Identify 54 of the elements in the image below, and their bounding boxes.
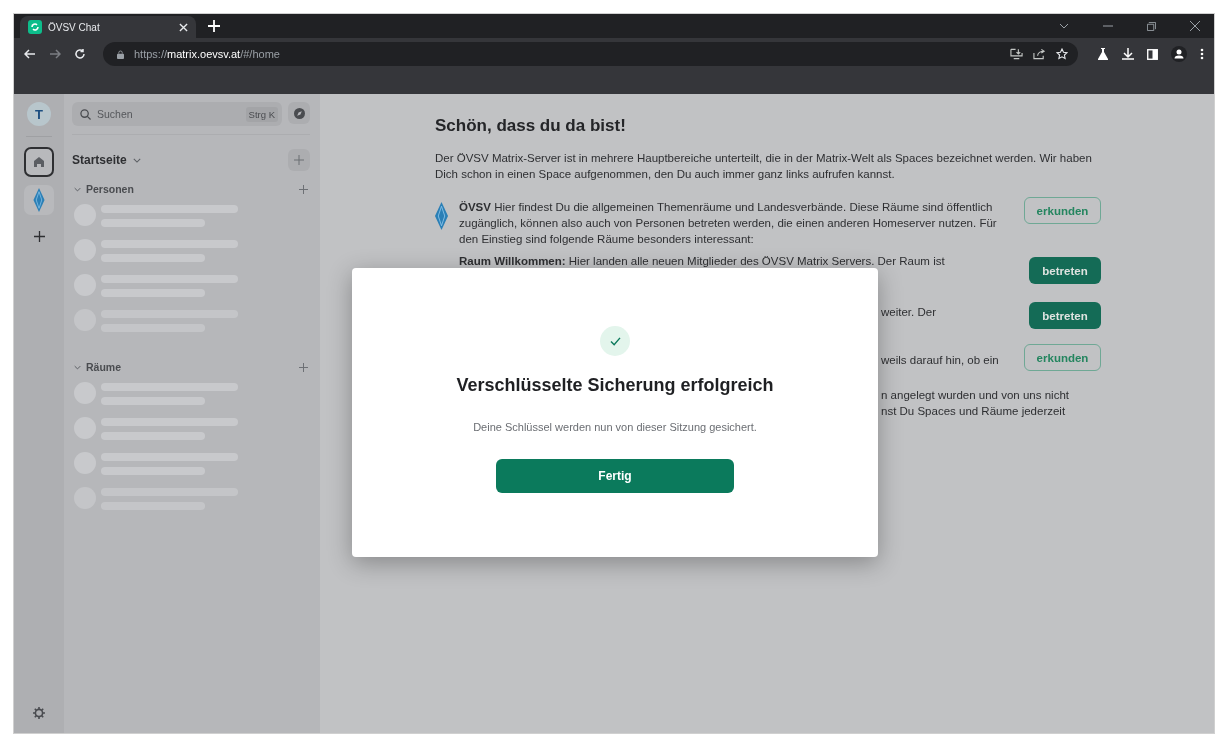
flask-icon[interactable] (1097, 48, 1109, 60)
menu-icon[interactable] (1200, 48, 1204, 60)
settings-icon[interactable] (33, 707, 45, 719)
compass-icon (293, 107, 305, 119)
explore-button[interactable]: erkunden (1024, 344, 1101, 371)
profile-icon[interactable] (1171, 46, 1187, 62)
dialog-message: Deine Schlüssel werden nun von dieser Sitzung gesichert. (473, 421, 757, 433)
address-bar[interactable]: https://matrix.oevsv.at/#/home (103, 42, 1078, 66)
add-space-icon[interactable] (33, 231, 45, 242)
section-label[interactable]: Personen (86, 183, 134, 195)
diamond-logo-icon (33, 188, 45, 212)
join-button[interactable]: betreten (1029, 302, 1101, 329)
keyboard-shortcut: Strg K (245, 106, 278, 122)
restore-icon[interactable] (1147, 21, 1156, 31)
side-panel-icon[interactable] (1147, 48, 1158, 60)
search-field[interactable]: Suchen Strg K (72, 102, 282, 126)
close-icon[interactable] (1190, 21, 1200, 31)
search-placeholder: Suchen (97, 108, 133, 120)
join-button[interactable]: betreten (1029, 257, 1101, 284)
diamond-logo-icon (435, 199, 448, 233)
welcome-heading: Schön, dass du da bist! (435, 116, 627, 136)
search-icon (80, 108, 91, 120)
plus-icon (294, 155, 304, 165)
forward-icon[interactable] (49, 48, 61, 60)
chevron-down-icon[interactable] (132, 157, 141, 163)
url-text: https://matrix.oevsv.at/#/home (134, 48, 280, 60)
description-text: weils darauf hin, ob ein (881, 353, 1000, 368)
tab-title: ÖVSV Chat (48, 21, 101, 33)
browser-tab[interactable]: ÖVSV Chat (20, 16, 196, 38)
star-icon[interactable] (1056, 48, 1068, 60)
home-space-button[interactable] (24, 147, 54, 177)
explore-button[interactable] (288, 102, 310, 124)
intro-paragraph: Der ÖVSV Matrix-Server ist in mehrere Hauptbereiche unterteilt, die in der Matrix-Welt als Spaces bezeichnet werden. Wir haben Dich schon in einen Space aufgenommen, den Du auch immer ganz links aufrufen kannst. (435, 151, 1093, 182)
description-text: n angelegt wurden und von uns nicht nst Du Spaces und Räume jederzeit (881, 388, 1070, 419)
dialog-title: Verschlüsselte Sicherung erfolgreich (456, 375, 774, 396)
description-text: weiter. Der (881, 305, 937, 320)
app-logo-icon (28, 20, 42, 34)
checkmark-icon (600, 326, 630, 356)
download-icon[interactable] (1122, 48, 1134, 60)
install-icon[interactable] (1010, 48, 1023, 60)
description-text: Raum Willkommen: Hier landen alle neuen Mitglieder des ÖVSV Matrix Servers. Der Raum ist (459, 254, 946, 269)
chevron-down-icon[interactable] (1059, 23, 1069, 29)
sidebar-title[interactable]: Startseite (72, 153, 127, 167)
reload-icon[interactable] (74, 48, 86, 60)
description-text: ÖVSV Hier findest Du die allgemeinen Themenräume und Landesverbände. Diese Räume sind öffentlich zugänglich, können also auch von Personen betreten werden, die einen anderen Homeserver nutzen. Für den Einstieg sind folgende Räume besonders interessant: (459, 200, 998, 247)
user-avatar[interactable]: T (27, 102, 51, 126)
home-icon (33, 156, 45, 168)
new-tab-icon[interactable] (208, 20, 220, 32)
section-label[interactable]: Räume (86, 361, 121, 373)
share-icon[interactable] (1033, 48, 1046, 60)
back-icon[interactable] (24, 48, 36, 60)
explore-button[interactable]: erkunden (1024, 197, 1101, 224)
done-button[interactable]: Fertig (496, 459, 734, 493)
lock-icon (117, 49, 124, 59)
